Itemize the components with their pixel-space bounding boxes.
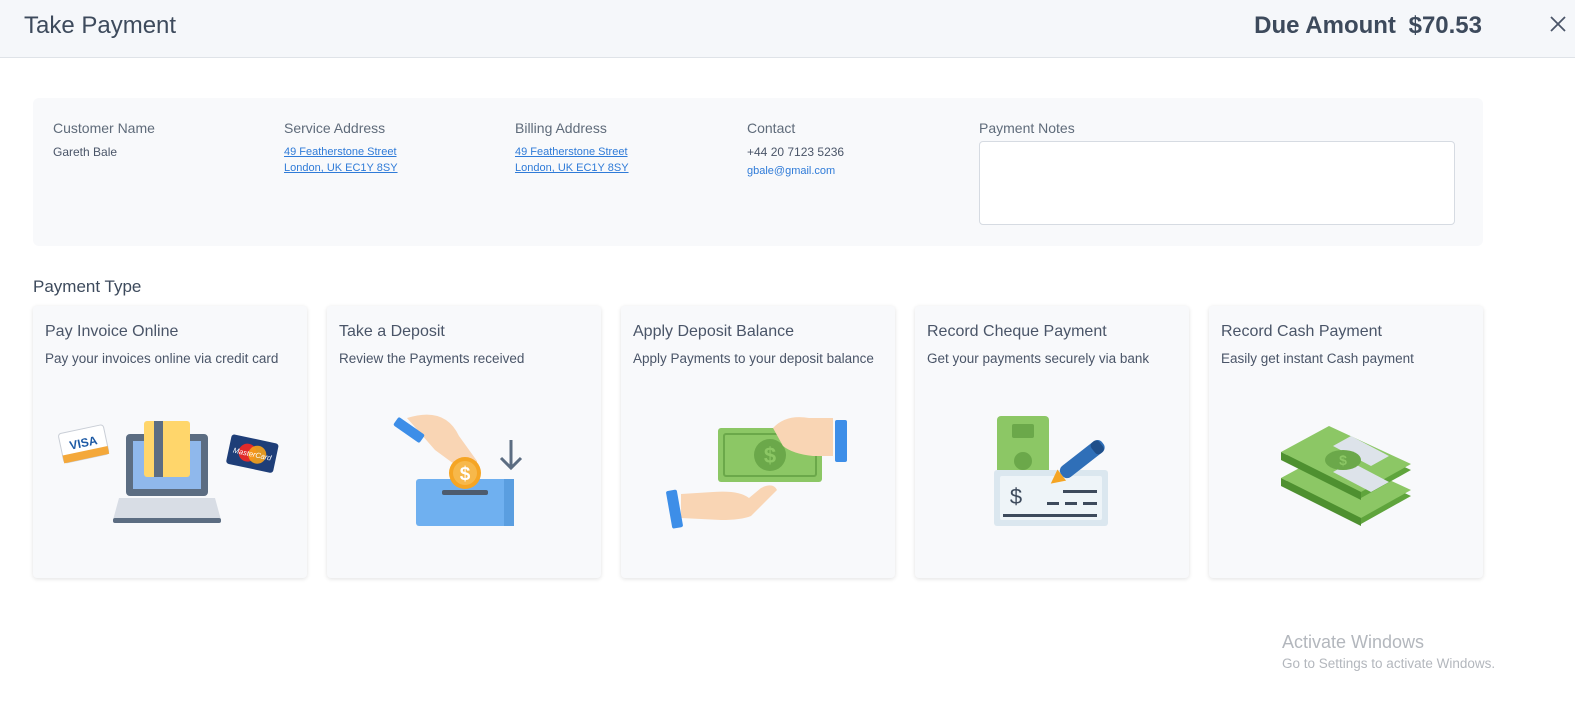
record-cash-payment-card[interactable]: Record Cash Payment Easily get instant C… — [1209, 306, 1483, 578]
customer-info-panel: Customer Name Gareth Bale Service Addres… — [33, 98, 1483, 246]
take-deposit-card[interactable]: Take a Deposit Review the Payments recei… — [327, 306, 601, 578]
activate-windows-watermark: Activate Windows Go to Settings to activ… — [1282, 632, 1495, 671]
service-address-link-line1[interactable]: 49 Featherstone Street — [284, 144, 398, 160]
payment-type-cards: Pay Invoice Online Pay your invoices onl… — [33, 306, 1483, 578]
cheque-dollar-symbol: $ — [1010, 484, 1022, 509]
banknote-symbol: $ — [764, 443, 776, 468]
billing-address-label: Billing Address — [515, 120, 607, 136]
card-title: Take a Deposit — [339, 323, 445, 340]
contact-email-link[interactable]: gbale@gmail.com — [747, 163, 844, 179]
contact-label: Contact — [747, 120, 796, 136]
apply-deposit-balance-card[interactable]: Apply Deposit Balance Apply Payments to … — [621, 306, 895, 578]
pay-invoice-online-card[interactable]: Pay Invoice Online Pay your invoices onl… — [33, 306, 307, 578]
watermark-subtitle: Go to Settings to activate Windows. — [1282, 656, 1496, 671]
payment-type-heading: Payment Type — [33, 277, 142, 296]
due-amount-label: Due Amount — [1254, 12, 1396, 39]
customer-name-label: Customer Name — [53, 120, 155, 136]
modal-title: Take Payment — [24, 12, 177, 39]
card-title: Pay Invoice Online — [45, 323, 179, 340]
customer-name: Gareth Bale — [53, 145, 118, 159]
watermark-title: Activate Windows — [1282, 632, 1425, 652]
cash-dollar-symbol: $ — [1339, 452, 1347, 468]
card-description: Get your payments securely via bank — [927, 351, 1150, 366]
card-title: Record Cash Payment — [1221, 323, 1382, 340]
card-title: Record Cheque Payment — [927, 323, 1107, 340]
close-button[interactable] — [1544, 10, 1572, 38]
service-address-label: Service Address — [284, 120, 386, 136]
service-address-link-line2[interactable]: London, UK EC1Y 8SY — [284, 160, 398, 176]
card-description: Apply Payments to your deposit balance — [633, 351, 874, 366]
contact-phone: +44 20 7123 5236 — [747, 145, 845, 159]
billing-address-link-line2[interactable]: London, UK EC1Y 8SY — [515, 160, 629, 176]
cheque-icon: $ — [994, 416, 1108, 526]
contact-section: Contact +44 20 7123 5236 gbale@gmail.com — [747, 120, 844, 179]
due-amount-value: $70.53 — [1408, 12, 1482, 39]
card-description: Easily get instant Cash payment — [1221, 351, 1414, 366]
card-description: Review the Payments received — [339, 351, 525, 366]
card-description: Pay your invoices online via credit card — [45, 351, 279, 366]
credit-card-laptop-icon: VISA MasterCard — [58, 421, 279, 523]
cash-stack-icon: $ — [1281, 426, 1411, 526]
service-address-section: Service Address 49 Featherstone Street L… — [284, 120, 398, 176]
due-amount: Due Amount $70.53 — [1254, 12, 1482, 40]
close-icon — [1550, 16, 1566, 32]
billing-address-section: Billing Address 49 Featherstone Street L… — [515, 120, 629, 176]
billing-address-link-line1[interactable]: 49 Featherstone Street — [515, 144, 629, 160]
record-cheque-payment-card[interactable]: Record Cheque Payment Get your payments … — [915, 306, 1189, 578]
modal-header: Take Payment Due Amount $70.53 — [0, 0, 1575, 58]
card-title: Apply Deposit Balance — [633, 323, 794, 340]
payment-notes-label: Payment Notes — [979, 120, 1075, 136]
payment-notes-input[interactable] — [979, 141, 1455, 225]
customer-name-section: Customer Name Gareth Bale — [53, 120, 155, 160]
deposit-coin-symbol: $ — [460, 464, 471, 485]
money-handover-icon: $ — [666, 417, 847, 529]
deposit-icon: $ — [393, 414, 523, 526]
